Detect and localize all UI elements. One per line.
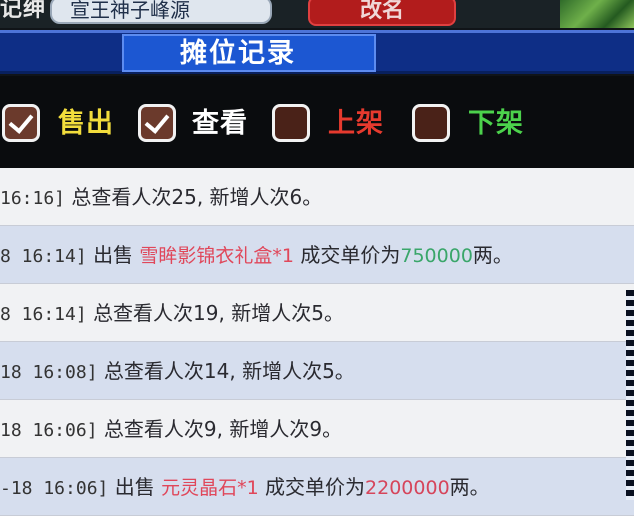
checkmark-icon	[8, 108, 34, 134]
filter-view-label: 查看	[192, 108, 248, 139]
record-item-name[interactable]: 元灵晶石*1	[161, 477, 259, 499]
record-text: 总查看人次9, 新增人次9。	[103, 417, 343, 441]
top-search-input[interactable]: 宣王神子峰源	[50, 0, 272, 24]
record-row: 8 16:14] 总查看人次19, 新增人次5。	[0, 284, 634, 342]
filter-delist-checkbox[interactable]	[412, 104, 450, 142]
record-timestamp: 8 16:14]	[0, 304, 87, 325]
record-price: 750000	[400, 245, 473, 267]
record-currency: 两。	[449, 475, 490, 499]
record-unit-price-label: 成交单价为	[300, 243, 401, 267]
record-timestamp: 18 16:06]	[0, 420, 98, 441]
record-list[interactable]: 16:16] 总查看人次25, 新增人次6。 8 16:14] 出售 雪眸影锦衣礼…	[0, 168, 634, 516]
record-text: 总查看人次14, 新增人次5。	[103, 359, 355, 383]
record-currency: 两。	[472, 243, 513, 267]
record-timestamp: -18 16:06]	[0, 478, 109, 499]
record-row: 18 16:08] 总查看人次14, 新增人次5。	[0, 342, 634, 400]
filter-list-checkbox[interactable]	[272, 104, 310, 142]
window-title: 摊位记录	[180, 38, 296, 69]
record-row: -18 16:06] 出售 元灵晶石*1 成交单价为2200000两。	[0, 458, 634, 516]
filter-sold-label: 售出	[58, 108, 114, 139]
record-timestamp: 8 16:14]	[0, 246, 87, 267]
filter-sold-checkbox[interactable]	[2, 104, 40, 142]
record-action: 出售	[114, 475, 155, 499]
top-bar: 记绅 宣王神子峰源 改名	[0, 0, 634, 28]
rename-button[interactable]: 改名	[308, 0, 456, 26]
filter-view-checkbox[interactable]	[138, 104, 176, 142]
record-row: 8 16:14] 出售 雪眸影锦衣礼盒*1 成交单价为750000两。	[0, 226, 634, 284]
filter-delist-label: 下架	[468, 108, 524, 139]
top-left-text: 记绅	[0, 0, 47, 22]
filter-list-label: 上架	[328, 108, 384, 139]
checkmark-icon	[144, 108, 170, 134]
record-text: 总查看人次25, 新增人次6。	[71, 185, 323, 209]
record-text: 总查看人次19, 新增人次5。	[93, 301, 344, 325]
record-timestamp: 16:16]	[0, 188, 66, 209]
top-right-artwork	[560, 0, 634, 28]
scrollbar[interactable]	[626, 290, 634, 500]
record-row: 18 16:06] 总查看人次9, 新增人次9。	[0, 400, 634, 458]
record-row: 16:16] 总查看人次25, 新增人次6。	[0, 168, 634, 226]
record-price: 2200000	[365, 477, 450, 499]
record-timestamp: 18 16:08]	[0, 362, 98, 383]
record-item-name[interactable]: 雪眸影锦衣礼盒*1	[139, 245, 294, 267]
record-action: 出售	[93, 243, 134, 267]
record-unit-price-label: 成交单价为	[265, 475, 366, 499]
